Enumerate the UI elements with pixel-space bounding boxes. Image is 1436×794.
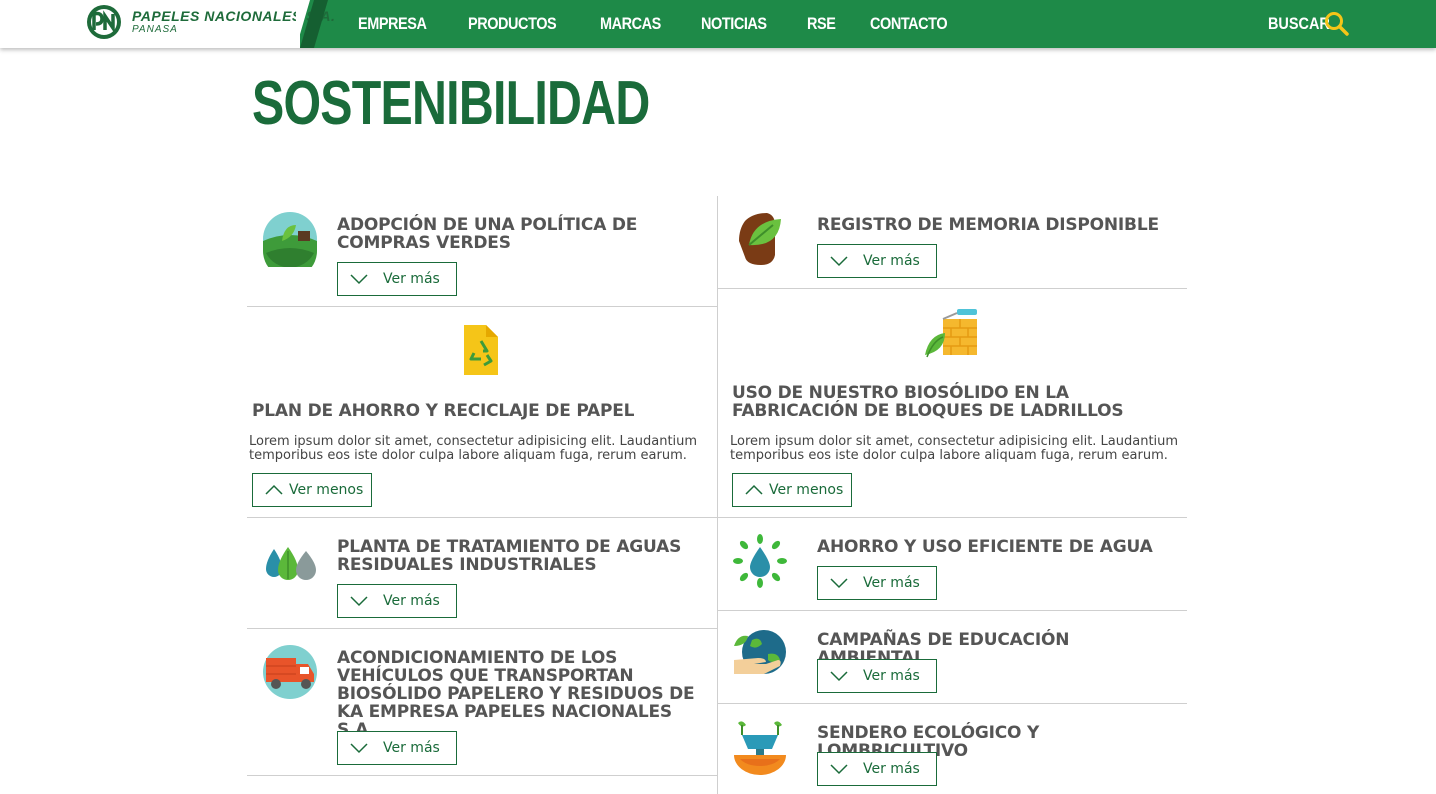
button-label: Ver más — [863, 575, 920, 591]
card-description: Lorem ipsum dolor sit amet, consectetur … — [249, 434, 698, 463]
chevron-down-icon — [350, 743, 368, 754]
card-ahorro-agua: AHORRO Y USO EFICIENTE DE AGUA Ver más — [718, 518, 1187, 611]
ver-menos-button[interactable]: Ver menos — [252, 473, 372, 507]
card-planta-tratamiento: PLANTA DE TRATAMIENTO DE AGUAS RESIDUALE… — [247, 518, 717, 629]
top-navigation-bar: PAPELES NACIONALES S.A. PANASA EMPRESA P… — [0, 0, 1436, 48]
nav-productos[interactable]: PRODUCTOS — [468, 14, 557, 34]
ver-mas-button[interactable]: Ver más — [817, 659, 937, 693]
card-title: ADOPCIÓN DE UNA POLÍTICA DE COMPRAS VERD… — [337, 215, 638, 253]
chevron-down-icon — [830, 764, 848, 775]
leaf-tree-icon — [739, 213, 781, 265]
nav-contacto[interactable]: CONTACTO — [870, 14, 948, 34]
button-label: Ver más — [863, 253, 920, 269]
truck-globe-icon — [263, 645, 317, 699]
chevron-up-icon — [745, 484, 763, 495]
header-accent-stripe — [300, 0, 328, 48]
nav-rse[interactable]: RSE — [807, 14, 836, 34]
button-label: Ver más — [383, 271, 440, 287]
card-description: Lorem ipsum dolor sit amet, consectetur … — [730, 434, 1179, 463]
ver-mas-button[interactable]: Ver más — [817, 752, 937, 786]
card-title: AHORRO Y USO EFICIENTE DE AGUA — [817, 537, 1153, 557]
card-registro-memoria: REGISTRO DE MEMORIA DISPONIBLE Ver más — [718, 196, 1187, 289]
nav-marcas[interactable]: MARCAS — [600, 14, 661, 34]
chevron-down-icon — [830, 578, 848, 589]
search-icon[interactable] — [1324, 11, 1350, 37]
ver-mas-button[interactable]: Ver más — [817, 244, 937, 278]
card-title: PLANTA DE TRATAMIENTO DE AGUAS RESIDUALE… — [337, 537, 682, 575]
card-title: PLAN DE AHORRO Y RECICLAJE DE PAPEL — [252, 401, 635, 421]
company-logo-icon — [87, 5, 121, 39]
logo-subtitle: PANASA — [132, 24, 178, 35]
hand-globe-icon — [734, 630, 786, 674]
recycle-document-icon — [464, 325, 498, 375]
nav-empresa[interactable]: EMPRESA — [358, 14, 427, 34]
card-sendero-ecologico: SENDERO ECOLÓGICO Y LOMBRICULTIVO Ver má… — [718, 704, 1187, 794]
soil-lamp-icon — [734, 721, 786, 775]
search-label: BUSCAR — [1268, 14, 1330, 33]
button-label: Ver más — [383, 593, 440, 609]
ver-mas-button[interactable]: Ver más — [337, 584, 457, 618]
ver-mas-button[interactable]: Ver más — [817, 566, 937, 600]
ver-mas-button[interactable]: Ver más — [337, 262, 457, 296]
chevron-up-icon — [265, 484, 283, 495]
card-biosolido-ladrillos: USO DE NUESTRO BIOSÓLIDO EN LA FABRICACI… — [718, 289, 1187, 518]
card-title: USO DE NUESTRO BIOSÓLIDO EN LA FABRICACI… — [732, 383, 1124, 421]
chevron-down-icon — [350, 274, 368, 285]
card-educacion-ambiental: CAMPAÑAS DE EDUCACIÓN AMBIENTAL Ver más — [718, 611, 1187, 704]
logo-area[interactable]: PAPELES NACIONALES S.A. PANASA — [0, 0, 335, 48]
ver-mas-button[interactable]: Ver más — [337, 731, 457, 765]
button-label: Ver más — [863, 761, 920, 777]
main-nav: EMPRESA PRODUCTOS MARCAS NOTICIAS RSE CO… — [358, 0, 989, 48]
water-drop-leaves-icon — [733, 534, 787, 588]
water-drops-icon — [266, 547, 316, 580]
button-label: Ver más — [383, 740, 440, 756]
nav-noticias[interactable]: NOTICIAS — [701, 14, 767, 34]
button-label: Ver menos — [769, 482, 844, 498]
ver-menos-button[interactable]: Ver menos — [732, 473, 852, 507]
card-title: REGISTRO DE MEMORIA DISPONIBLE — [817, 215, 1159, 235]
card-plan-ahorro-papel: PLAN DE AHORRO Y RECICLAJE DE PAPEL Lore… — [247, 307, 717, 518]
search-button[interactable]: BUSCAR — [1268, 0, 1349, 48]
chevron-down-icon — [350, 596, 368, 607]
chevron-down-icon — [830, 256, 848, 267]
chevron-down-icon — [830, 671, 848, 682]
button-label: Ver más — [863, 668, 920, 684]
card-compras-verdes: ADOPCIÓN DE UNA POLÍTICA DE COMPRAS VERD… — [247, 196, 717, 307]
page-title: SOSTENIBILIDAD — [252, 69, 650, 138]
card-acondicionamiento-vehiculos: ACONDICIONAMIENTO DE LOS VEHÍCULOS QUE T… — [247, 629, 717, 776]
button-label: Ver menos — [289, 482, 364, 498]
brick-wall-icon — [925, 309, 977, 358]
card-title: ACONDICIONAMIENTO DE LOS VEHÍCULOS QUE T… — [337, 648, 695, 740]
farm-leaf-icon — [263, 212, 317, 267]
